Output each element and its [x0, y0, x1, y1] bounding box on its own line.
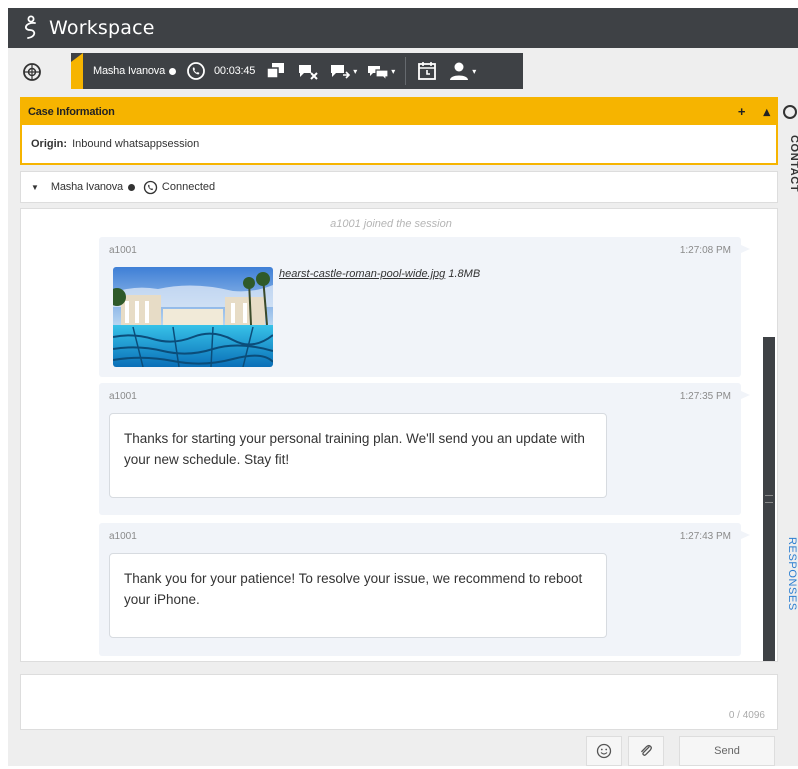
origin-label: Origin: [31, 138, 68, 150]
interaction-party-name: Masha Ivanova [93, 65, 165, 77]
party-row: ▼ Masha Ivanova Connected [20, 171, 778, 203]
message-input[interactable]: 0 / 4096 [20, 674, 778, 730]
attachment-thumbnail[interactable] [113, 267, 273, 367]
chat-message: a1001 1:27:43 PM Thank you for your pati… [99, 523, 750, 656]
chevron-down-icon: ▾ [472, 66, 477, 76]
party-status-dot [127, 183, 135, 191]
scrollbar-grip[interactable] [765, 495, 773, 503]
attachment-link[interactable]: hearst-castle-roman-pool-wide.jpg 1.8MB [279, 268, 480, 280]
composer-actions: Send [8, 734, 798, 766]
attachment-file-size: 1.8MB [448, 268, 481, 280]
tab-contact[interactable]: CONTACT [782, 103, 798, 203]
interaction-timer: 00:03:45 [214, 65, 256, 77]
origin-value: Inbound whatsappsession [72, 138, 200, 150]
pool-image [113, 267, 273, 367]
message-sender: a1001 [109, 245, 137, 256]
attach-file-button[interactable] [628, 736, 664, 766]
contact-tab-label: CONTACT [788, 135, 798, 193]
case-information-header: Case Information + ▴ [22, 99, 776, 125]
app-title: Workspace [49, 17, 155, 39]
schedule-callback-button[interactable] [416, 59, 438, 83]
system-message: a1001 joined the session [330, 218, 452, 230]
emoji-button[interactable] [586, 736, 622, 766]
toolbar-row: Masha Ivanova 00:03:45 ▾ ▾ ▾ [8, 48, 798, 96]
active-interaction-marker [71, 53, 83, 89]
contact-actions-button[interactable]: ▾ [448, 59, 476, 83]
chevron-down-icon: ▾ [391, 66, 396, 76]
case-information-title: Case Information [28, 106, 115, 118]
tab-responses[interactable]: RESPONSES [782, 537, 798, 637]
message-text: Thanks for starting your personal traini… [109, 413, 607, 498]
genesys-logo-icon [24, 15, 36, 39]
chat-forward-icon [331, 65, 351, 79]
contact-info-icon [783, 105, 797, 119]
party-name: Masha Ivanova [50, 181, 123, 193]
message-time: 1:27:43 PM [679, 531, 731, 542]
message-sender: a1001 [109, 531, 137, 542]
calendar-clock-icon [418, 62, 437, 80]
responses-tab-label: RESPONSES [786, 537, 798, 611]
smiley-icon [596, 743, 612, 759]
transcript-scrollbar[interactable] [763, 337, 775, 661]
end-chat-icon [299, 65, 318, 80]
transfer-icon [266, 63, 285, 79]
globe-icon[interactable] [22, 62, 42, 82]
consult-icon [368, 66, 389, 81]
consult-button[interactable]: ▾ [367, 59, 395, 83]
user-icon [450, 62, 469, 80]
message-text: Thank you for your patience! To resolve … [109, 553, 607, 638]
case-origin-row: Origin: Inbound whatsappsession [22, 125, 776, 163]
message-time: 1:27:35 PM [679, 391, 731, 402]
chat-message: a1001 1:27:08 PM hearst-castle-roman-poo… [99, 237, 750, 377]
title-bar: Workspace [8, 8, 798, 48]
chat-actions-button[interactable]: ▾ [329, 59, 357, 83]
whatsapp-icon [187, 62, 205, 80]
add-case-data-button[interactable]: + [738, 104, 746, 120]
paperclip-icon [641, 744, 652, 756]
whatsapp-icon [143, 180, 158, 194]
message-time: 1:27:08 PM [679, 245, 731, 256]
connection-status: Connected [161, 181, 216, 193]
transfer-button[interactable] [265, 59, 287, 83]
toolbar-separator [405, 57, 407, 85]
attachment-file-name[interactable]: hearst-castle-roman-pool-wide.jpg [279, 268, 445, 280]
case-information-panel: Case Information + ▴ Origin: Inbound wha… [20, 97, 778, 165]
expand-party-caret-icon[interactable]: ▼ [31, 183, 39, 192]
chat-transcript: a1001 joined the session a1001 1:27:08 P… [20, 208, 778, 662]
chevron-down-icon: ▾ [353, 66, 358, 76]
side-tabs: CONTACT RESPONSES [780, 97, 798, 766]
chat-message: a1001 1:27:35 PM Thanks for starting you… [99, 383, 750, 515]
workspace-window: Workspace Masha Ivanova 00:03:45 ▾ ▾ ▾ C… [8, 8, 798, 766]
collapse-case-button[interactable]: ▴ [763, 104, 770, 120]
send-button[interactable]: Send [679, 736, 775, 766]
end-chat-button[interactable] [297, 59, 319, 83]
message-sender: a1001 [109, 391, 137, 402]
party-status-dot [169, 67, 176, 75]
interaction-bar: Masha Ivanova 00:03:45 ▾ ▾ ▾ [71, 53, 523, 89]
character-counter: 0 / 4096 [728, 710, 765, 721]
